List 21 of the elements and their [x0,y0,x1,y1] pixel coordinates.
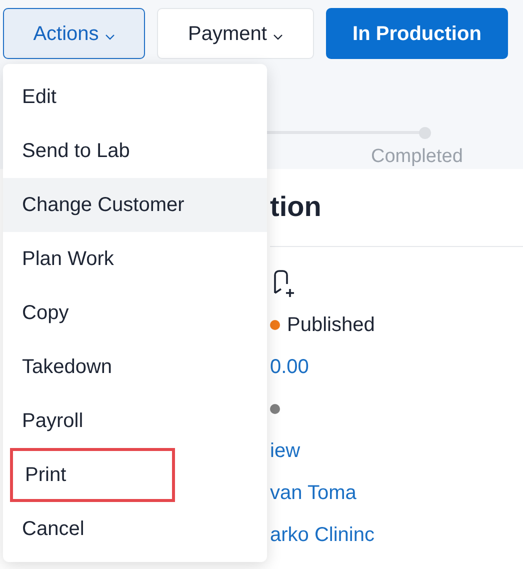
panel-title: tion [270,190,322,224]
step-label: Completed [371,145,463,169]
link[interactable]: van Toma [270,478,356,508]
dropdown-button[interactable]: Actions [3,8,145,59]
dropdown-button[interactable]: Payment [157,8,314,59]
link[interactable]: arko Clininc [270,520,374,550]
caret-icon [104,34,115,40]
menu-item[interactable]: Copy [3,286,267,340]
link[interactable]: iew [270,436,300,466]
menu-item[interactable]: Edit [3,70,267,124]
menu-item[interactable]: Change Customer [3,178,267,232]
menu-item[interactable]: Takedown [3,340,267,394]
status-button[interactable]: In Production [326,8,508,59]
link[interactable]: 0.00 [270,352,309,382]
menu-item[interactable]: Payroll [3,394,267,448]
menu-item[interactable]: Print [10,448,175,502]
caret-icon [272,34,283,40]
menu-item[interactable]: Plan Work [3,232,267,286]
menu-item[interactable]: Cancel [3,502,267,556]
status-text: Published [287,313,375,338]
menu-item[interactable]: Send to Lab [3,124,267,178]
